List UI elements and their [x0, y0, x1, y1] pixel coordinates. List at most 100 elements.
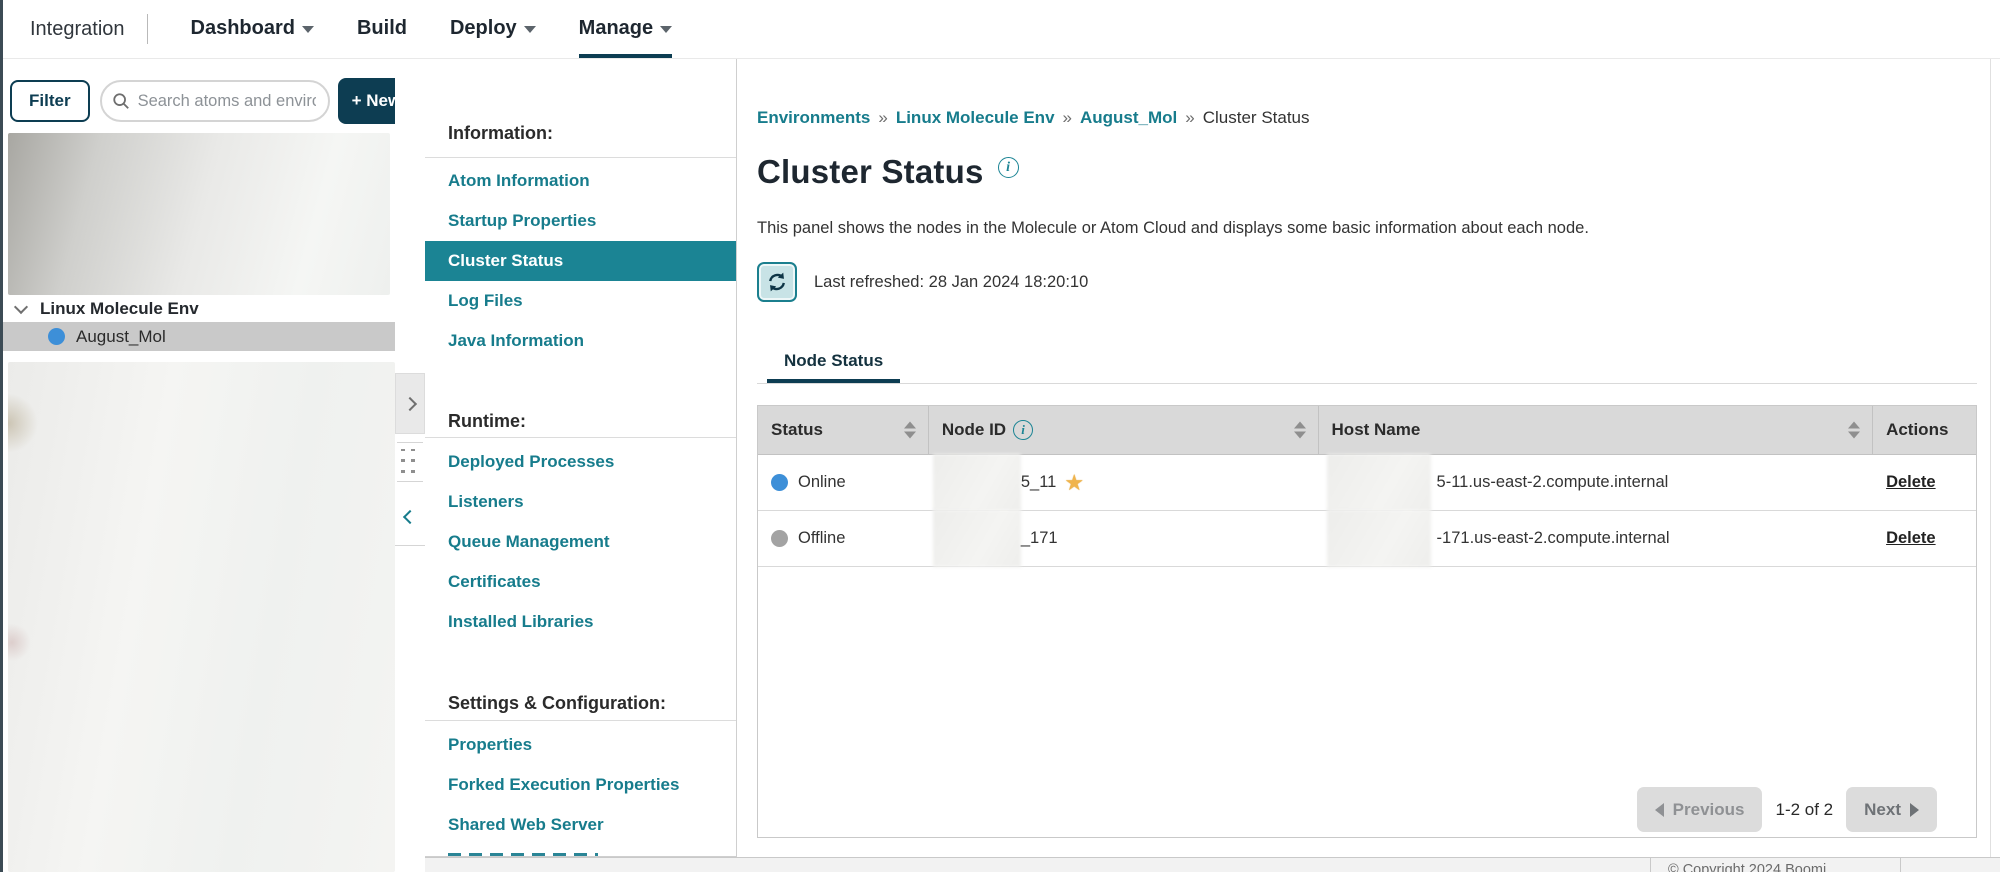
column-header-host-name[interactable]: Host Name	[1319, 406, 1874, 454]
content-right-border	[1990, 59, 1991, 857]
environments-panel: Filter + New Linux Molecule Env August_M…	[2, 59, 395, 872]
breadcrumb-separator: »	[878, 108, 887, 128]
tree-item-atom-selected[interactable]: August_Mol	[2, 322, 395, 351]
column-header-status[interactable]: Status	[758, 406, 929, 454]
nav-item-label: Manage	[579, 17, 653, 40]
subnav-item-log-files[interactable]: Log Files	[425, 281, 736, 321]
column-label: Node ID	[942, 420, 1006, 440]
atom-subnav: Information: Atom Information Startup Pr…	[425, 59, 737, 857]
redacted-tree-content	[8, 133, 390, 295]
previous-label: Previous	[1673, 800, 1745, 820]
refresh-icon	[766, 271, 788, 293]
last-refreshed-label: Last refreshed: 28 Jan 2024 18:20:10	[814, 273, 1088, 292]
column-header-actions: Actions	[1873, 406, 1976, 454]
search-icon	[112, 92, 130, 110]
panel-resize-strip	[395, 59, 425, 857]
delete-link[interactable]: Delete	[1886, 529, 1936, 548]
breadcrumb-current: Cluster Status	[1203, 108, 1310, 128]
sort-icon[interactable]	[904, 422, 916, 439]
page-description: This panel shows the nodes in the Molecu…	[757, 219, 1589, 238]
nav-item-manage[interactable]: Manage	[579, 0, 672, 58]
nav-item-label: Deploy	[450, 17, 517, 40]
chevron-down-icon	[14, 300, 28, 314]
section-title-settings: Settings & Configuration:	[448, 693, 666, 714]
copyright-text: © Copyright 2024 Boomi	[1668, 862, 1826, 872]
info-icon[interactable]: i	[998, 157, 1019, 178]
section-rule	[425, 437, 736, 438]
nav-divider	[147, 14, 148, 44]
arrow-left-icon	[1655, 803, 1664, 817]
subnav-item-atom-information[interactable]: Atom Information	[425, 161, 736, 201]
runtime-links: Deployed Processes Listeners Queue Manag…	[425, 442, 736, 642]
filter-button[interactable]: Filter	[10, 80, 90, 122]
status-label: Online	[798, 473, 846, 492]
section-title-runtime: Runtime:	[448, 411, 526, 432]
breadcrumb-environment[interactable]: Linux Molecule Env	[896, 108, 1055, 128]
delete-link[interactable]: Delete	[1886, 473, 1936, 492]
subnav-item-forked-execution-properties[interactable]: Forked Execution Properties	[425, 765, 736, 805]
drag-grip-handle[interactable]	[397, 442, 423, 482]
filter-row: Filter + New	[10, 78, 415, 124]
chevron-right-icon	[403, 396, 417, 410]
top-nav: Integration Dashboard Build Deploy Manag…	[0, 0, 2000, 59]
settings-links: Properties Forked Execution Properties S…	[425, 725, 736, 845]
subnav-item-installed-libraries[interactable]: Installed Libraries	[425, 602, 736, 642]
redacted-panel-content	[8, 362, 395, 872]
breadcrumb-separator: »	[1185, 108, 1194, 128]
breadcrumb: Environments » Linux Molecule Env » Augu…	[757, 108, 1310, 128]
previous-page-button[interactable]: Previous	[1637, 787, 1763, 832]
footer-divider	[1900, 858, 1901, 872]
subnav-item-deployed-processes[interactable]: Deployed Processes	[425, 442, 736, 482]
section-rule	[425, 720, 736, 721]
nav-item-label: Dashboard	[191, 17, 295, 40]
subnav-item-certificates[interactable]: Certificates	[425, 562, 736, 602]
sort-icon[interactable]	[1848, 422, 1860, 439]
product-name: Integration	[30, 18, 125, 41]
search-field[interactable]	[100, 80, 330, 122]
environment-label: Linux Molecule Env	[40, 299, 199, 319]
subnav-item-cluster-status[interactable]: Cluster Status	[425, 241, 736, 281]
atom-status-dot	[48, 328, 65, 345]
node-id-text: 5_11	[1021, 473, 1056, 492]
subnav-item-java-information[interactable]: Java Information	[425, 321, 736, 361]
info-icon[interactable]: i	[1013, 420, 1033, 440]
column-header-node-id[interactable]: Node ID i	[929, 406, 1319, 454]
subnav-item-queue-management[interactable]: Queue Management	[425, 522, 736, 562]
collapse-panel-handle[interactable]	[395, 488, 425, 546]
breadcrumb-atom[interactable]: August_Mol	[1080, 108, 1177, 128]
tab-node-status[interactable]: Node Status	[767, 351, 900, 383]
page-title: Cluster Status	[757, 153, 984, 191]
subnav-item-listeners[interactable]: Listeners	[425, 482, 736, 522]
nav-item-deploy[interactable]: Deploy	[450, 0, 536, 58]
subnav-item-shared-web-server[interactable]: Shared Web Server	[425, 805, 736, 845]
tree-item-environment[interactable]: Linux Molecule Env	[2, 296, 395, 322]
next-page-button[interactable]: Next	[1846, 787, 1937, 832]
breadcrumb-environments[interactable]: Environments	[757, 108, 870, 128]
node-status-panel: Status Node ID i Host Name Actions Onlin…	[757, 405, 1977, 838]
status-dot-online	[771, 474, 788, 491]
tab-bar: Node Status	[757, 351, 1977, 384]
host-name-text: -171.us-east-2.compute.internal	[1437, 529, 1670, 548]
node-id-text: _171	[1021, 529, 1058, 548]
nav-item-label: Build	[357, 17, 407, 40]
table-row: Online 5_11 ★ 5-11.us-east-2.compute.int…	[758, 455, 1976, 511]
section-rule	[425, 157, 736, 158]
redacted-node-id	[933, 454, 1021, 511]
breadcrumb-separator: »	[1063, 108, 1072, 128]
status-label: Offline	[798, 529, 845, 548]
main-content: Environments » Linux Molecule Env » Augu…	[740, 59, 2000, 857]
redacted-node-id	[933, 510, 1021, 567]
search-input[interactable]	[138, 92, 316, 111]
sort-icon[interactable]	[1294, 422, 1306, 439]
refresh-button[interactable]	[757, 262, 797, 302]
subnav-item-properties[interactable]: Properties	[425, 725, 736, 765]
nav-item-build[interactable]: Build	[357, 0, 407, 58]
pagination: Previous 1-2 of 2 Next	[1637, 787, 1937, 832]
subnav-item-startup-properties[interactable]: Startup Properties	[425, 201, 736, 241]
expand-panel-handle[interactable]	[395, 373, 425, 434]
information-links: Atom Information Startup Properties Clus…	[425, 161, 736, 361]
column-label: Actions	[1886, 420, 1948, 440]
column-label: Host Name	[1332, 420, 1421, 440]
column-label: Status	[771, 420, 823, 440]
nav-item-dashboard[interactable]: Dashboard	[191, 0, 314, 58]
